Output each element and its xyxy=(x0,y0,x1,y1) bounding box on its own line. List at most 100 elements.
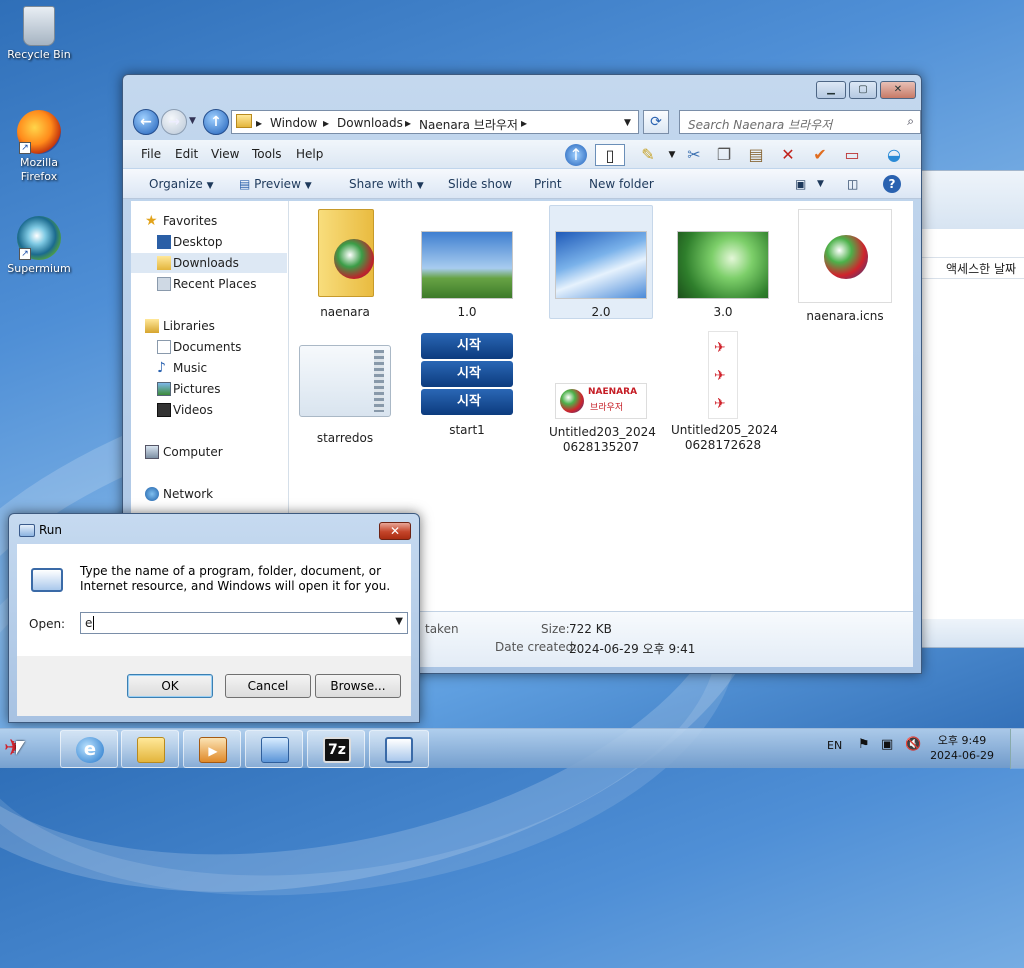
delete-icon[interactable]: ✕ xyxy=(777,144,799,166)
ok-button[interactable]: OK xyxy=(127,674,213,698)
run-dialog[interactable]: Run ✕ Type the name of a program, folder… xyxy=(8,513,420,723)
file-item-start1[interactable]: 시작 시작 시작 start1 xyxy=(415,331,519,438)
action-center-flag-icon[interactable]: ⚑ xyxy=(858,737,870,752)
file-item-2-0[interactable]: 2.0 xyxy=(549,205,653,320)
nav-computer[interactable]: Computer xyxy=(131,442,287,462)
forward-arrow-icon[interactable]: → xyxy=(161,109,187,135)
up-folder-icon[interactable]: ↑ xyxy=(565,144,587,166)
file-item-naenara-icns[interactable]: naenara.icns xyxy=(793,209,897,324)
view-dropdown-icon[interactable]: ▼ xyxy=(817,179,824,189)
volume-muted-icon[interactable]: 🔇 xyxy=(905,737,921,752)
recent-pages-chevron-icon[interactable]: ▼ xyxy=(189,116,196,126)
nav-label: Desktop xyxy=(173,235,223,249)
refresh-icon[interactable]: ⟳ xyxy=(643,110,669,134)
start-button[interactable]: ✈ xyxy=(4,735,50,763)
taskbar-internet-explorer[interactable]: e xyxy=(60,730,118,768)
paste-icon[interactable]: ▤ xyxy=(745,144,767,166)
language-indicator[interactable]: EN xyxy=(827,739,842,752)
file-item-1-0[interactable]: 1.0 xyxy=(415,209,519,320)
file-item-naenara[interactable]: naenara xyxy=(293,209,397,320)
share-with-button[interactable]: Share with ▼ xyxy=(349,177,424,191)
open-combobox[interactable]: e ▼ xyxy=(80,612,408,634)
file-item-starredos[interactable]: starredos xyxy=(293,339,397,446)
libraries-icon xyxy=(145,319,159,333)
organize-button[interactable]: Organize ▼ xyxy=(149,177,214,191)
show-desktop-button[interactable] xyxy=(1010,729,1024,769)
open-input-value[interactable]: e xyxy=(85,616,92,630)
preview-button[interactable]: ▤ Preview ▼ xyxy=(239,177,312,191)
address-bar[interactable]: ▸ Window ▸ Downloads ▸ Naenara 브라우저 ▸ ▼ xyxy=(231,110,639,134)
file-item-3-0[interactable]: 3.0 xyxy=(671,209,775,320)
browse-button[interactable]: Browse... xyxy=(315,674,401,698)
menu-edit[interactable]: Edit xyxy=(175,147,198,161)
background-window[interactable]: 액세스한 날짜 xyxy=(921,170,1024,648)
menu-tools[interactable]: Tools xyxy=(252,147,282,161)
share-label: Share with xyxy=(349,177,413,191)
maximize-button[interactable]: ▢ xyxy=(849,81,877,99)
desktop-icon-firefox[interactable]: ↗ Mozilla Firefox xyxy=(4,110,74,184)
menu-file[interactable]: File xyxy=(141,147,161,161)
preview-pane-toggle-icon[interactable]: ◫ xyxy=(847,177,858,191)
checkmark-icon[interactable]: ✔ xyxy=(809,144,831,166)
nav-pictures[interactable]: Pictures xyxy=(131,379,287,399)
run-close-button[interactable]: ✕ xyxy=(379,522,411,540)
search-icon[interactable]: ⌕ xyxy=(907,114,914,129)
start-tile-label: 시작 xyxy=(421,333,513,359)
folder-options-icon[interactable]: ✎ xyxy=(637,144,659,166)
taskbar-7zip[interactable]: 7z xyxy=(307,730,365,768)
network-icon[interactable]: ▣ xyxy=(881,737,893,752)
back-arrow-icon[interactable]: ← xyxy=(133,109,159,135)
new-folder-button[interactable]: New folder xyxy=(589,177,654,191)
column-header-accessed-date[interactable]: 액세스한 날짜 xyxy=(922,257,1024,279)
menu-bar: File Edit View Tools Help ↑ ▯ ✎ ▼ ✂ ❐ ▤ … xyxy=(123,140,921,168)
address-dropdown-icon[interactable]: ▼ xyxy=(624,118,631,128)
file-item-untitled205[interactable]: ✈ ✈ ✈ Untitled205_2024 0628172628 xyxy=(671,331,778,453)
change-view-icon[interactable]: ▣ xyxy=(795,177,806,191)
nav-network[interactable]: Network xyxy=(131,484,287,504)
print-button[interactable]: Print xyxy=(534,177,562,191)
cancel-button[interactable]: Cancel xyxy=(225,674,311,698)
preview-pane-icon[interactable]: ▯ xyxy=(595,144,625,166)
menu-help[interactable]: Help xyxy=(296,147,323,161)
search-input[interactable]: Search Naenara 브라우저 ⌕ xyxy=(679,110,921,134)
taskbar-explorer[interactable] xyxy=(121,730,179,768)
properties-icon[interactable]: ▭ xyxy=(841,144,863,166)
nav-downloads[interactable]: Downloads xyxy=(131,253,287,273)
breadcrumb-window[interactable]: Window xyxy=(270,116,317,130)
breadcrumb-separator-icon[interactable]: ▸ xyxy=(405,116,411,130)
taskbar-run[interactable] xyxy=(369,730,429,768)
nav-documents[interactable]: Documents xyxy=(131,337,287,357)
folder-options-dropdown-icon[interactable]: ▼ xyxy=(661,144,683,166)
open-dropdown-icon[interactable]: ▼ xyxy=(395,616,403,627)
cut-icon[interactable]: ✂ xyxy=(683,144,705,166)
file-item-untitled203[interactable]: NAENARA 브라우저 Untitled203_2024 0628135207 xyxy=(549,331,656,455)
clock[interactable]: 오후 9:49 2024-06-29 xyxy=(930,733,994,763)
nav-favorites[interactable]: ★ Favorites xyxy=(131,211,287,231)
taskbar-media-player[interactable]: ▶ xyxy=(183,730,241,768)
nav-music[interactable]: ♪ Music xyxy=(131,358,287,378)
breadcrumb-separator-icon[interactable]: ▸ xyxy=(323,116,329,130)
nav-videos[interactable]: Videos xyxy=(131,400,287,420)
breadcrumb-naenara[interactable]: Naenara 브라우저 xyxy=(419,116,518,133)
up-arrow-icon[interactable]: ↑ xyxy=(203,109,229,135)
breadcrumb-separator-icon[interactable]: ▸ xyxy=(521,116,527,130)
close-button[interactable]: ✕ xyxy=(880,81,916,99)
desktop-icon-supermium[interactable]: ↗ Supermium xyxy=(4,216,74,275)
nav-desktop[interactable]: Desktop xyxy=(131,232,287,252)
nav-label: Music xyxy=(173,361,208,375)
help-icon[interactable]: ? xyxy=(883,175,901,193)
address-row: ← → ▼ ↑ ▸ Window ▸ Downloads ▸ Naenara 브… xyxy=(131,107,921,137)
desktop-icon-recycle-bin[interactable]: Recycle Bin xyxy=(4,6,74,61)
nav-recent-places[interactable]: Recent Places xyxy=(131,274,287,294)
slide-show-button[interactable]: Slide show xyxy=(448,177,512,191)
star-icon: ★ xyxy=(145,213,158,229)
menu-view[interactable]: View xyxy=(211,147,239,161)
shortcut-arrow-icon: ↗ xyxy=(19,248,31,260)
nav-libraries[interactable]: Libraries xyxy=(131,316,287,336)
taskbar-control-panel[interactable] xyxy=(245,730,303,768)
breadcrumb-separator-icon[interactable]: ▸ xyxy=(256,116,262,130)
minimize-button[interactable]: ▁ xyxy=(816,81,846,99)
breadcrumb-downloads[interactable]: Downloads xyxy=(337,116,403,130)
copy-icon[interactable]: ❐ xyxy=(713,144,735,166)
shell-icon[interactable]: ◒ xyxy=(883,144,905,166)
